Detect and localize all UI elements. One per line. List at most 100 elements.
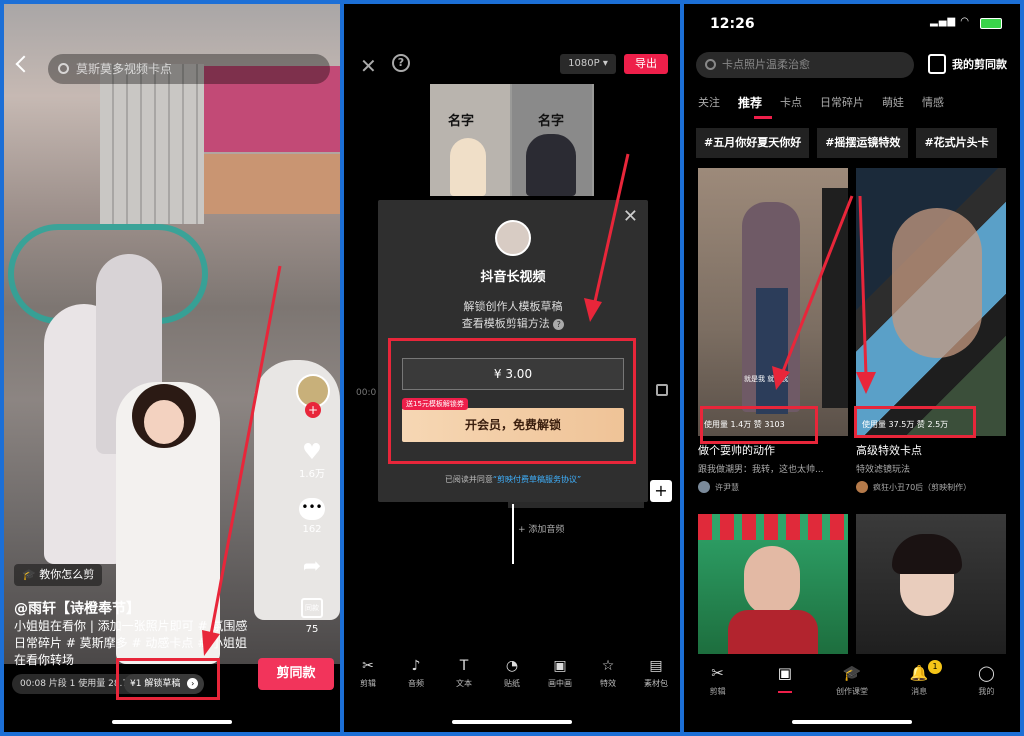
use-template-button[interactable]: 剪同款 bbox=[258, 658, 334, 690]
add-audio-button[interactable]: + 添加音频 bbox=[518, 522, 564, 535]
tab-emotion[interactable]: 情感 bbox=[922, 94, 944, 111]
tool-cut[interactable]: ✂ 剪辑 bbox=[345, 658, 391, 689]
search-bar[interactable]: 莫斯莫多视频卡点 bbox=[48, 54, 330, 84]
template-subtitle: 跟我做潮男：我转，这也太帅... bbox=[698, 465, 824, 475]
background-door bbox=[204, 154, 340, 214]
person-face bbox=[892, 208, 982, 358]
template-author-name: 许尹慧 bbox=[715, 482, 739, 492]
close-icon[interactable]: ✕ bbox=[360, 54, 377, 78]
help-icon[interactable]: ? bbox=[553, 319, 565, 330]
template-thumbnail[interactable] bbox=[698, 514, 848, 654]
scissors-icon: ✂ bbox=[711, 664, 724, 682]
like-button[interactable]: ♥ 1.6万 bbox=[292, 440, 332, 480]
agreement-text: 已阅读并同意“剪映付费草稿服务协议” bbox=[378, 474, 648, 485]
template-card[interactable]: 就是我 就是我 使用量 1.4万 赞 3103 做个耍帅的动作 跟我做潮男：我转… bbox=[698, 168, 848, 493]
editor-toolbar: ✂ 剪辑 ♪ 音频 T 文本 ◔ 贴纸 ▣ 画中画 ☆ 特效 ▤ 素材包 bbox=[344, 658, 680, 689]
creator-avatar bbox=[495, 220, 531, 256]
template-detail-screen: 莫斯莫多视频卡点 + ♥ 1.6万 ••• 162 ➦ 同款 75 🎓 教你怎么… bbox=[4, 4, 340, 732]
add-clip-button[interactable]: + bbox=[650, 480, 672, 502]
nav-edit[interactable]: ✂ 剪辑 bbox=[692, 664, 744, 697]
tool-label: 贴纸 bbox=[504, 679, 520, 688]
category-tabs: 关注 推荐 卡点 日常碎片 萌娃 情感 bbox=[698, 94, 944, 111]
template-card[interactable]: 使用量 37.5万 赞 2.5万 高级特效卡点 特效滤镜玩法 疯狂小丑70后（剪… bbox=[856, 168, 1006, 493]
dialog-desc-line1: 解锁创作人模板草稿 bbox=[463, 300, 563, 313]
topic-chips: #五月你好夏天你好 #摇摆运镜特效 #花式片头卡 bbox=[696, 128, 997, 158]
template-author[interactable]: 许尹慧 bbox=[698, 481, 848, 493]
tool-audio[interactable]: ♪ 音频 bbox=[393, 658, 439, 689]
tab-recommended[interactable]: 推荐 bbox=[738, 94, 762, 111]
follow-plus-icon[interactable]: + bbox=[305, 402, 321, 418]
search-bar[interactable]: 卡点照片温柔治愈 bbox=[696, 52, 914, 78]
topic-chip[interactable]: #摇摆运镜特效 bbox=[817, 128, 909, 158]
topic-chip[interactable]: #五月你好夏天你好 bbox=[696, 128, 810, 158]
agreement-prefix: 已阅读并同意 bbox=[444, 475, 493, 484]
annotation-highlight-box bbox=[700, 406, 818, 444]
search-icon bbox=[705, 59, 716, 70]
bottom-nav: ✂ 剪辑 ▣ 🎓 创作课堂 🔔 消息 ◯ 我的 bbox=[684, 664, 1020, 697]
nav-label: 创作课堂 bbox=[835, 687, 868, 696]
text-icon: T bbox=[459, 658, 469, 674]
tab-kids[interactable]: 萌娃 bbox=[882, 94, 904, 111]
preview-left: 名字 bbox=[430, 84, 510, 196]
close-icon[interactable]: ✕ bbox=[623, 206, 638, 227]
video-preview: 名字 名字 bbox=[430, 84, 594, 196]
same-style-count: 75 bbox=[305, 624, 319, 635]
template-author[interactable]: 疯狂小丑70后（剪映制作） bbox=[856, 481, 1006, 493]
sparkle-icon: ☆ bbox=[601, 658, 615, 674]
template-thumbnail[interactable] bbox=[856, 514, 1006, 654]
preview-person-left bbox=[450, 138, 486, 196]
nav-classroom[interactable]: 🎓 创作课堂 bbox=[826, 664, 878, 697]
signal-wifi-icon: ▂▄▆ ◠ bbox=[930, 16, 970, 27]
tab-daily[interactable]: 日常碎片 bbox=[820, 94, 864, 111]
nav-label: 我的 bbox=[978, 687, 995, 696]
tool-material[interactable]: ▤ 素材包 bbox=[633, 658, 679, 689]
heart-pattern bbox=[698, 514, 848, 540]
same-style-button[interactable]: 同款 75 bbox=[292, 598, 332, 635]
help-icon[interactable]: ? bbox=[392, 54, 410, 72]
same-style-icon: 同款 bbox=[301, 598, 323, 618]
resolution-select[interactable]: 1080P ▾ bbox=[560, 54, 616, 74]
my-templates-icon[interactable] bbox=[928, 54, 946, 74]
tool-effects[interactable]: ☆ 特效 bbox=[585, 658, 631, 689]
battery-icon bbox=[980, 18, 1002, 29]
graduation-cap-icon: 🎓 bbox=[842, 664, 862, 682]
dialog-desc-line2: 查看模板剪辑方法 ? bbox=[378, 315, 648, 332]
my-templates-link[interactable]: 我的剪同款 bbox=[952, 56, 1007, 72]
comment-icon: ••• bbox=[299, 498, 325, 520]
scissors-icon: ✂ bbox=[362, 658, 374, 674]
timeline-cursor[interactable] bbox=[512, 504, 514, 564]
preview-name-label-right: 名字 bbox=[538, 114, 565, 129]
package-icon: ▤ bbox=[649, 658, 663, 674]
tutorial-badge[interactable]: 🎓 教你怎么剪 bbox=[14, 564, 103, 586]
agreement-link[interactable]: “剪映付费草稿服务协议” bbox=[493, 475, 581, 484]
tutorial-badge-label: 教你怎么剪 bbox=[39, 568, 95, 581]
tool-label: 素材包 bbox=[644, 679, 668, 688]
avatar bbox=[698, 481, 710, 493]
picture-in-picture-icon: ▣ bbox=[553, 658, 567, 674]
share-arrow-button[interactable]: ➦ bbox=[292, 554, 332, 579]
person-figure bbox=[756, 288, 788, 414]
template-author-name: 疯狂小丑70后（剪映制作） bbox=[873, 482, 972, 492]
fullscreen-icon[interactable] bbox=[656, 384, 668, 396]
export-button[interactable]: 导出 bbox=[624, 54, 668, 74]
nav-templates[interactable]: ▣ bbox=[759, 664, 811, 697]
background-wall bbox=[100, 64, 204, 224]
tool-label: 特效 bbox=[600, 679, 616, 688]
home-indicator bbox=[112, 720, 232, 724]
tool-text[interactable]: T 文本 bbox=[441, 658, 487, 689]
template-thumbnail[interactable]: 使用量 37.5万 赞 2.5万 bbox=[856, 168, 1006, 436]
topic-chip[interactable]: #花式片头卡 bbox=[916, 128, 997, 158]
user-icon: ◯ bbox=[977, 664, 995, 682]
tool-sticker[interactable]: ◔ 贴纸 bbox=[489, 658, 535, 689]
search-placeholder: 莫斯莫多视频卡点 bbox=[76, 62, 173, 76]
comment-button[interactable]: ••• 162 bbox=[292, 498, 332, 535]
template-title: 做个耍帅的动作 bbox=[698, 444, 775, 457]
template-thumbnail[interactable]: 就是我 就是我 使用量 1.4万 赞 3103 bbox=[698, 168, 848, 436]
tool-label: 剪辑 bbox=[360, 679, 376, 688]
tab-follow[interactable]: 关注 bbox=[698, 94, 720, 111]
author-name[interactable]: @雨轩【诗橙奉节】 bbox=[14, 598, 140, 618]
tool-pip[interactable]: ▣ 画中画 bbox=[537, 658, 583, 689]
tool-label: 画中画 bbox=[548, 679, 572, 688]
tab-beat[interactable]: 卡点 bbox=[780, 94, 802, 111]
nav-profile[interactable]: ◯ 我的 bbox=[960, 664, 1012, 697]
